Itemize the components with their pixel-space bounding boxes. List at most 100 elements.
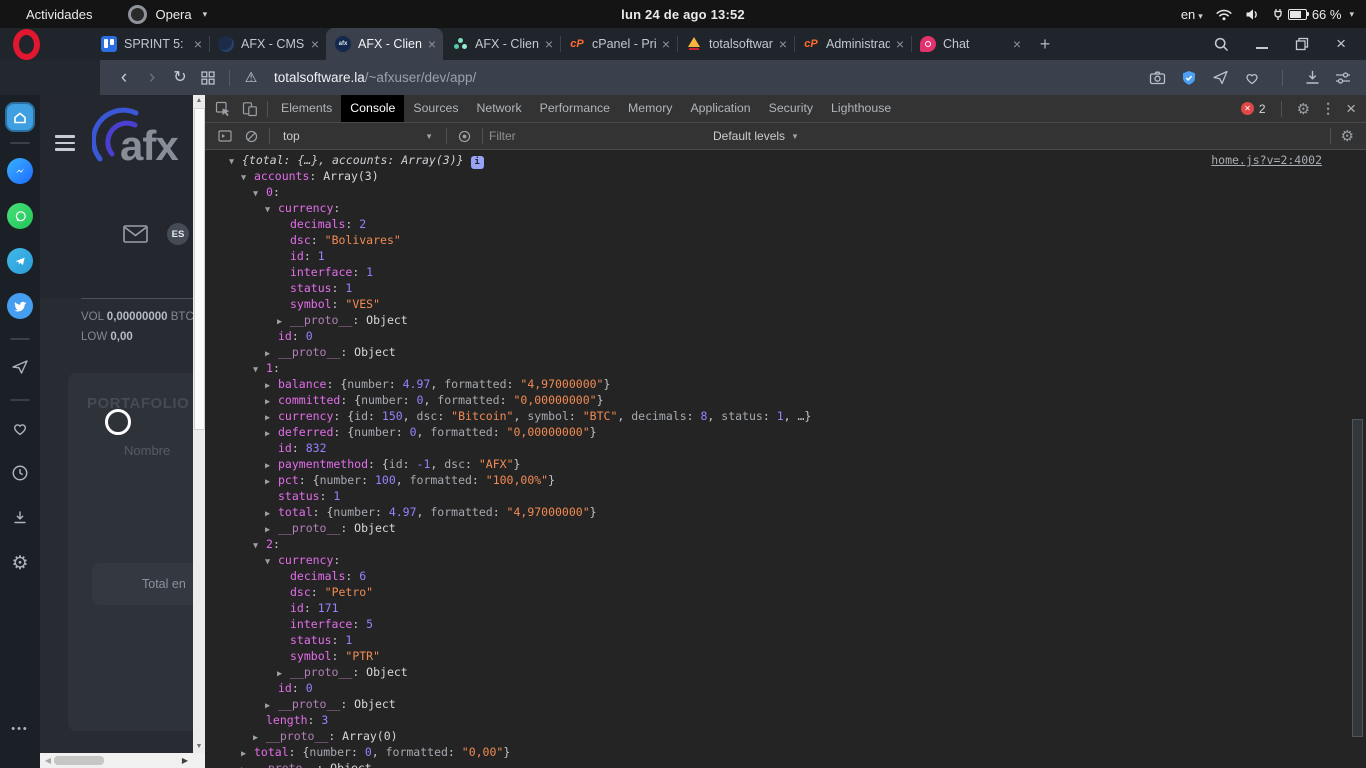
error-count-badge[interactable]: ✕ 2: [1241, 102, 1266, 116]
back-button[interactable]: ‹: [110, 60, 138, 95]
page-horizontal-scrollbar[interactable]: ◀ ▶: [40, 753, 205, 768]
reload-button[interactable]: ↻: [166, 60, 194, 95]
restore-button[interactable]: [1295, 37, 1309, 51]
devtools-tab-application[interactable]: Application: [681, 95, 759, 122]
devtools-tab-memory[interactable]: Memory: [619, 95, 681, 122]
browser-tab-afx-cliente[interactable]: afxAFX - Cliente×: [326, 28, 443, 60]
volume-icon[interactable]: [1245, 8, 1260, 21]
close-window-button[interactable]: ×: [1336, 34, 1346, 54]
twitter-icon[interactable]: [7, 293, 33, 319]
browser-tab-bar: SPRINT 5: 17 A×AFX - CMS×afxAFX - Client…: [0, 28, 1366, 60]
browser-tab-afx-cliente[interactable]: AFX - Cliente×: [443, 28, 560, 60]
devtools-tab-lighthouse[interactable]: Lighthouse: [822, 95, 900, 122]
search-icon[interactable]: [1214, 37, 1229, 52]
whatsapp-icon[interactable]: [7, 203, 33, 229]
tab-close-icon[interactable]: ×: [543, 36, 555, 52]
clear-console-icon[interactable]: [238, 123, 265, 150]
sidebar-more-icon[interactable]: •••: [11, 723, 29, 735]
live-expression-eye-icon[interactable]: [451, 123, 478, 150]
my-flow-send-icon[interactable]: [1212, 70, 1229, 85]
browser-tab-afx-cms[interactable]: AFX - CMS×: [209, 28, 326, 60]
bookmark-heart-icon[interactable]: [1244, 70, 1260, 85]
page-vertical-scrollbar[interactable]: ▲ ▼: [193, 95, 205, 753]
preview-key: formatted: [410, 473, 472, 487]
scroll-up-icon[interactable]: ▲: [193, 95, 205, 107]
tab-title: AFX - Cliente: [358, 37, 422, 51]
tab-close-icon[interactable]: ×: [309, 36, 321, 52]
number-value: 1: [318, 249, 325, 263]
url-text[interactable]: totalsoftware.la/~afxuser/dev/app/: [274, 70, 476, 85]
messenger-icon[interactable]: [7, 158, 33, 184]
forward-button[interactable]: ›: [138, 60, 166, 95]
context-value: top: [283, 129, 300, 143]
console-row: ▶__proto__: Object: [205, 664, 1366, 680]
portfolio-title: PORTAFOLIO: [87, 395, 189, 412]
chevron-down-icon: ▾: [203, 9, 208, 20]
browser-tab-cpanel-princ[interactable]: cPcPanel - Princ×: [560, 28, 677, 60]
clock[interactable]: lun 24 de ago 13:52: [621, 7, 745, 22]
property-name: committed: [278, 393, 340, 407]
speed-dial-home-icon[interactable]: [7, 104, 33, 130]
new-tab-button[interactable]: +: [1028, 28, 1062, 60]
messages-envelope-icon[interactable]: [123, 225, 148, 243]
tab-close-icon[interactable]: ×: [894, 36, 906, 52]
tab-close-icon[interactable]: ×: [777, 36, 789, 52]
expand-toggle-icon[interactable]: ▶: [241, 762, 254, 768]
preview-key: number: [354, 425, 396, 439]
history-clock-icon[interactable]: [7, 460, 33, 486]
devtools-close-icon[interactable]: ×: [1346, 99, 1356, 119]
scrollbar-thumb[interactable]: [54, 756, 104, 765]
devtools-tab-security[interactable]: Security: [760, 95, 822, 122]
wifi-icon[interactable]: [1216, 8, 1232, 21]
log-levels-select[interactable]: Default levels ▼: [713, 129, 799, 143]
browser-tab-totalsoftware[interactable]: totalsoftware×: [677, 28, 794, 60]
vpn-shield-icon[interactable]: [1181, 70, 1197, 86]
javascript-context-select[interactable]: top ▼: [274, 129, 442, 143]
downloads-icon[interactable]: [7, 505, 33, 531]
devtools-settings-gear-icon[interactable]: ⚙: [1297, 100, 1310, 118]
scrollbar-thumb[interactable]: [194, 108, 205, 430]
speed-dial-grid-icon[interactable]: [194, 60, 222, 95]
devtools-tab-sources[interactable]: Sources: [404, 95, 467, 122]
language-badge[interactable]: ES: [167, 223, 189, 245]
my-flow-icon[interactable]: [7, 354, 33, 380]
minimize-button[interactable]: [1256, 47, 1268, 49]
downloads-icon[interactable]: [1305, 70, 1320, 85]
device-toolbar-icon[interactable]: [236, 95, 263, 122]
devtools-menu-kebab-icon[interactable]: ⋮: [1321, 100, 1335, 117]
browser-tab-administrado[interactable]: cPAdministrado×: [794, 28, 911, 60]
console-row: symbol: "PTR": [205, 648, 1366, 664]
tab-close-icon[interactable]: ×: [660, 36, 672, 52]
devtools-tab-network[interactable]: Network: [468, 95, 531, 122]
browser-tab-sprint-5-17-a[interactable]: SPRINT 5: 17 A×: [92, 28, 209, 60]
site-security-warning-icon[interactable]: ⚠: [237, 60, 265, 95]
settings-gear-icon[interactable]: ⚙: [7, 550, 33, 576]
easy-setup-sliders-icon[interactable]: [1335, 71, 1351, 85]
telegram-icon[interactable]: [7, 248, 33, 274]
source-location-link[interactable]: home.js?v=2:4002: [1211, 152, 1322, 168]
market-stats: VOL 0,00000000 BTC LOW 0,00: [81, 298, 205, 347]
scroll-down-icon[interactable]: ▼: [193, 741, 205, 753]
tab-close-icon[interactable]: ×: [192, 36, 204, 52]
activities-button[interactable]: Actividades: [26, 7, 92, 22]
battery-indicator[interactable]: 66 % ▾: [1273, 7, 1354, 22]
menu-hamburger-icon[interactable]: [55, 135, 75, 155]
devtools-tab-elements[interactable]: Elements: [272, 95, 341, 122]
inspect-element-icon[interactable]: [209, 95, 236, 122]
opera-logo[interactable]: [0, 28, 92, 60]
number-value: 171: [318, 601, 339, 615]
snapshot-camera-icon[interactable]: [1149, 70, 1166, 85]
browser-tab-chat[interactable]: Chat×: [911, 28, 1028, 60]
bookmarks-heart-icon[interactable]: [7, 415, 33, 441]
opera-app-menu[interactable]: Opera ▾: [128, 5, 207, 24]
keyboard-layout-indicator[interactable]: en▾: [1181, 7, 1203, 22]
scroll-left-icon[interactable]: ◀: [42, 753, 54, 768]
console-sidebar-toggle-icon[interactable]: [211, 123, 238, 150]
scroll-right-icon[interactable]: ▶: [179, 753, 191, 768]
tab-close-icon[interactable]: ×: [1011, 36, 1023, 52]
devtools-tab-console[interactable]: Console: [341, 95, 404, 122]
devtools-tab-performance[interactable]: Performance: [531, 95, 619, 122]
tab-close-icon[interactable]: ×: [426, 36, 438, 52]
console-filter-input[interactable]: [487, 128, 709, 144]
console-settings-gear-icon[interactable]: ⚙: [1341, 127, 1354, 145]
